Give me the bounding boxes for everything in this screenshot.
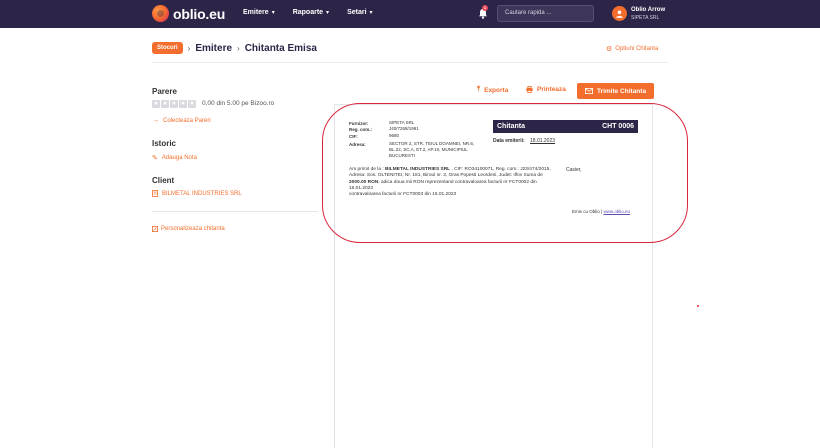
divider [152,62,668,63]
divider [152,211,318,212]
star-icon: ★ [152,100,160,108]
search-input[interactable]: Cautare rapida ... [497,5,594,22]
star-icon: ★ [188,100,196,108]
add-note-link[interactable]: ✎ Adauga Nota [152,154,197,162]
print-button[interactable]: Printeaza [526,86,566,93]
top-navbar: oblio.eu Emitere ▾ Rapoarte ▾ Setari ▾ 1 Ca… [0,0,820,28]
oblio-logo-icon [152,5,169,22]
notification-badge: 1 [482,5,488,11]
menu-rapoarte[interactable]: Rapoarte ▾ [293,9,329,16]
star-icon: ★ [170,100,178,108]
chevron-right-icon: › [187,43,191,53]
annotation-dot [697,305,699,307]
rating-stars: ★ ★ ★ ★ ★ [152,100,197,108]
gear-icon: ⚙ [606,46,613,53]
star-icon: ★ [161,100,169,108]
user-company: SIPETA SRL [631,15,660,21]
avatar[interactable] [612,6,627,21]
user-icon [616,10,623,18]
chevron-down-icon: ▾ [369,10,373,16]
main-menu: Emitere ▾ Rapoarte ▾ Setari ▾ [243,9,391,16]
chevron-right-icon: › [237,43,240,53]
client-link[interactable]: BILMETAL INDUSTRIES SRL [152,190,242,197]
breadcrumb: Stocuri › Emitere › Chitanta Emisa [152,42,317,54]
user-name[interactable]: Oblio Arrow [631,7,665,13]
chevron-down-icon: ▾ [271,10,275,16]
send-receipt-button[interactable]: Trimite Chitanta [577,83,654,99]
upload-icon: ⤒ [477,86,481,93]
istoric-heading: Istoric [152,139,177,148]
printer-icon [526,86,533,93]
client-heading: Client [152,176,175,185]
menu-emitere[interactable]: Emitere ▾ [243,9,275,16]
edit-square-icon [152,226,158,232]
envelope-icon [584,88,593,94]
pencil-icon: ✎ [152,155,158,162]
arrow-right-icon: → [152,117,159,124]
breadcrumb-stocuri-badge[interactable]: Stocuri [152,42,183,54]
building-icon [152,190,158,197]
logo-text: oblio.eu [173,5,226,22]
highlight-annotation [322,103,688,243]
page-title: Chitanta Emisa [244,42,317,54]
rating-text: 0.00 din 5.00 pe Bizoo.ro [202,100,275,107]
star-icon: ★ [179,100,187,108]
customize-receipt-link[interactable]: Personalizeaza chitanta [152,226,225,232]
oblio-logo[interactable]: oblio.eu [152,5,225,22]
chevron-down-icon: ▾ [326,10,330,16]
export-button[interactable]: ⤒ Exporta [477,86,508,94]
parere-heading: Parere [152,87,177,96]
options-chitanta-link[interactable]: ⚙ Optiuni Chitanta [606,45,658,53]
collect-reviews-link[interactable]: → Colecteaza Pareri [152,117,211,124]
menu-setari[interactable]: Setari ▾ [347,9,372,16]
breadcrumb-emitere[interactable]: Emitere [195,43,232,54]
